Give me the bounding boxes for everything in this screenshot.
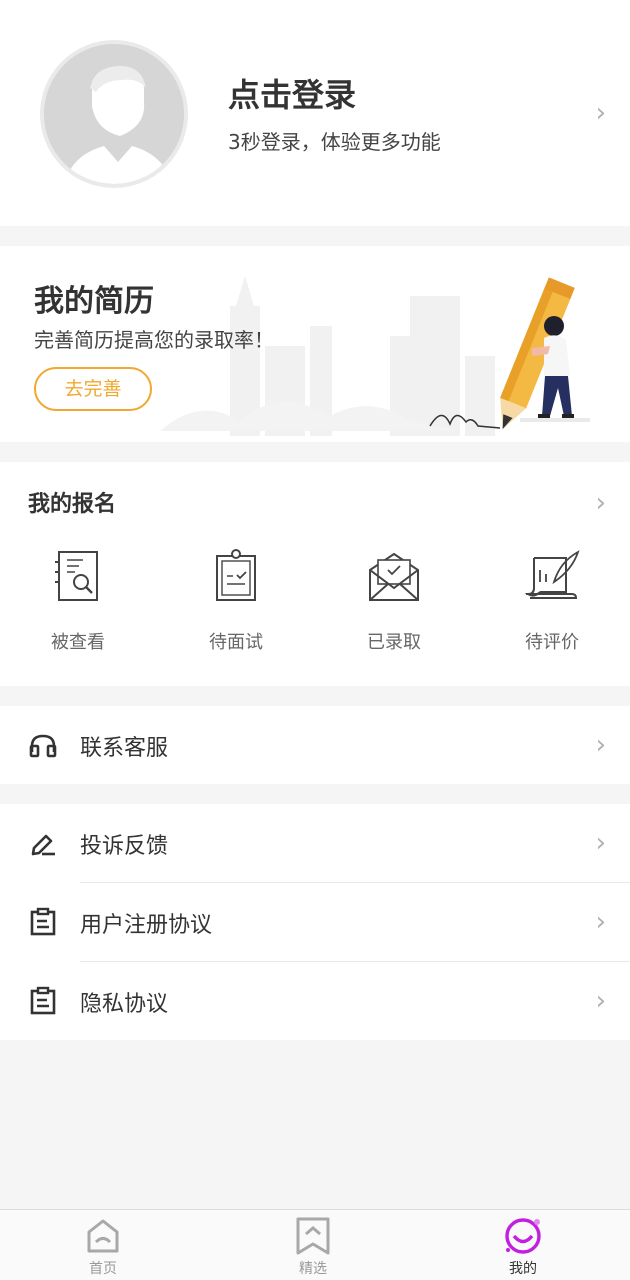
apply-item-viewed[interactable]: 被查看 xyxy=(18,548,138,654)
smiley-profile-icon xyxy=(505,1218,541,1254)
chevron-right-icon: › xyxy=(595,907,606,937)
scroll-quill-icon xyxy=(524,550,580,599)
apply-item-admitted[interactable]: 已录取 xyxy=(334,548,454,654)
apply-item-review[interactable]: 待评价 xyxy=(492,548,612,654)
applications-title: 我的报名 xyxy=(28,492,117,517)
chevron-right-icon: › xyxy=(595,828,606,858)
menu-label-user-agreement: 用户注册协议 xyxy=(80,913,213,938)
bookmark-icon xyxy=(296,1217,330,1255)
my-applications-section: 我的报名 › 被查看 待面试 已录取 待评价 xyxy=(0,462,630,686)
menu-item-contact-service[interactable]: 联系客服 › xyxy=(0,706,630,784)
tab-featured[interactable]: 精选 xyxy=(273,1216,353,1278)
apply-label-review: 待评价 xyxy=(525,632,579,653)
chevron-right-icon[interactable]: › xyxy=(596,490,606,516)
tab-label-featured: 精选 xyxy=(299,1261,327,1277)
resume-description: 完善简历提高您的录取率！ xyxy=(34,328,274,352)
tab-label-home: 首页 xyxy=(89,1261,117,1277)
avatar[interactable] xyxy=(40,40,188,188)
tab-home[interactable]: 首页 xyxy=(63,1216,143,1278)
chevron-right-icon: › xyxy=(595,730,606,760)
pencil-icon xyxy=(31,834,55,856)
menu-item-feedback[interactable]: 投诉反馈 › xyxy=(0,804,630,882)
clipboard-check-icon xyxy=(216,549,256,601)
resume-search-icon xyxy=(55,551,98,601)
menu-item-privacy[interactable]: 隐私协议 › xyxy=(0,962,630,1040)
document-icon xyxy=(30,986,56,1015)
apply-label-admitted: 已录取 xyxy=(367,632,421,653)
default-avatar-icon xyxy=(44,44,184,184)
bottom-tab-bar: 首页 精选 我的 xyxy=(0,1209,630,1280)
contact-service-section: 联系客服 › xyxy=(0,706,630,784)
resume-card: 我的简历 完善简历提高您的录取率！ 去完善 xyxy=(0,246,630,442)
login-title[interactable]: 点击登录 xyxy=(228,70,356,116)
home-icon xyxy=(87,1219,119,1253)
headset-icon xyxy=(29,734,57,758)
menu-label-feedback: 投诉反馈 xyxy=(80,834,169,859)
resume-illustration xyxy=(160,276,590,436)
apply-label-viewed: 被查看 xyxy=(51,632,105,653)
menu-label-privacy: 隐私协议 xyxy=(80,992,169,1017)
menu-item-user-agreement[interactable]: 用户注册协议 › xyxy=(0,883,630,961)
chevron-right-icon: › xyxy=(595,986,606,1016)
menu-label-contact-service: 联系客服 xyxy=(80,736,169,761)
chevron-right-icon[interactable]: › xyxy=(596,100,606,126)
apply-label-interview: 待面试 xyxy=(209,632,263,653)
tab-mine[interactable]: 我的 xyxy=(483,1216,563,1278)
document-icon xyxy=(30,907,56,936)
tab-label-mine: 我的 xyxy=(509,1261,537,1277)
settings-list: 投诉反馈 › 用户注册协议 › 隐私协议 › xyxy=(0,804,630,1040)
apply-item-interview[interactable]: 待面试 xyxy=(176,548,296,654)
login-subtitle: 3秒登录，体验更多功能 xyxy=(228,130,441,154)
profile-header[interactable]: 点击登录 3秒登录，体验更多功能 › xyxy=(0,0,630,226)
envelope-check-icon xyxy=(369,552,419,601)
resume-title: 我的简历 xyxy=(34,284,154,319)
complete-resume-button[interactable]: 去完善 xyxy=(34,367,152,411)
